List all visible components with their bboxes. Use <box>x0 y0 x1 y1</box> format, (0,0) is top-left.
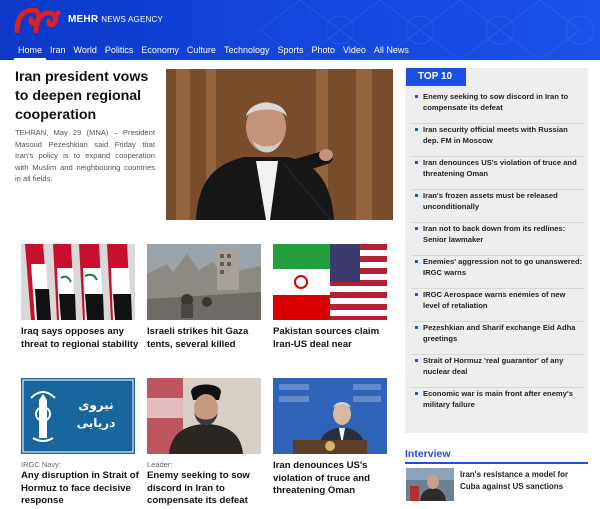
top10-item-2[interactable]: Iran security official meets with Russia… <box>412 124 584 157</box>
top10-item-9[interactable]: Strait of Hormuz 'real guarantor' of any… <box>412 355 584 388</box>
lead-headline[interactable]: Iran president vows to deepen regional c… <box>15 68 157 125</box>
card-image-6[interactable] <box>273 378 387 454</box>
nav-iran[interactable]: Iran <box>46 41 70 60</box>
card-title-3[interactable]: Pakistan sources claim Iran-US deal near <box>273 326 391 351</box>
gaza-ruins-photo <box>147 244 261 320</box>
main-nav: Home Iran World Politics Economy Culture… <box>14 37 413 60</box>
emblem-text: نیروی دریایی <box>76 398 116 430</box>
interview-title[interactable]: Iran's resistance a model for Cuba again… <box>460 469 588 492</box>
nav-technology[interactable]: Technology <box>220 41 274 60</box>
top10-item-5[interactable]: Iran not to back down from its redlines:… <box>412 223 584 256</box>
top10-item-1[interactable]: Enemy seeking to sow discord in Iran to … <box>412 91 584 124</box>
logo-text: MEHR NEWS AGENCY <box>68 13 164 25</box>
top10-label: TOP 10 <box>406 68 466 86</box>
site-header: MEHR NEWS AGENCY Home Iran World Politic… <box>0 0 600 60</box>
iraqi-flags-photo <box>21 244 135 320</box>
interview-image[interactable] <box>406 468 454 501</box>
leader-portrait-photo <box>147 378 261 454</box>
top10-item-8[interactable]: Pezeshkian and Sharif exchange Eid Adha … <box>412 322 584 355</box>
card-title-1[interactable]: Iraq says opposes any threat to regional… <box>21 326 139 351</box>
interview-heading[interactable]: Interview <box>405 448 451 460</box>
nav-politics[interactable]: Politics <box>101 41 138 60</box>
interview-photo <box>406 468 454 501</box>
lead-summary: TEHRAN, May 29 (MNA) – President Masoud … <box>15 128 155 183</box>
nav-all-news[interactable]: All News <box>370 41 413 60</box>
nav-culture[interactable]: Culture <box>183 41 220 60</box>
president-speaking-photo <box>166 69 393 220</box>
card-image-5[interactable] <box>147 378 261 454</box>
card-title-4[interactable]: Any disruption in Strait of Hormuz to fa… <box>21 470 139 508</box>
nav-photo[interactable]: Photo <box>308 41 340 60</box>
interview-divider <box>405 462 588 464</box>
top10-item-3[interactable]: Iran denounces US's violation of truce a… <box>412 157 584 190</box>
nav-sports[interactable]: Sports <box>273 41 307 60</box>
top10-item-6[interactable]: Enemies' aggression not to go unanswered… <box>412 256 584 289</box>
card-kicker-5: Leader: <box>147 460 173 469</box>
card-image-4[interactable]: نیروی دریایی <box>21 378 135 454</box>
nav-video[interactable]: Video <box>339 41 370 60</box>
nav-world[interactable]: World <box>70 41 101 60</box>
foreign-ministry-spokesman-photo <box>273 378 387 454</box>
card-title-2[interactable]: Israeli strikes hit Gaza tents, several … <box>147 326 265 351</box>
card-image-3[interactable] <box>273 244 387 320</box>
top10-item-10[interactable]: Economic war is main front after enemy's… <box>412 388 584 421</box>
lead-image[interactable] <box>166 69 393 220</box>
mehr-logo-icon <box>14 7 61 33</box>
card-image-1[interactable] <box>21 244 135 320</box>
nav-home[interactable]: Home <box>14 41 47 60</box>
iran-us-flags-photo <box>273 244 387 320</box>
card-title-5[interactable]: Enemy seeking to sow discord in Iran to … <box>147 470 265 508</box>
nav-economy[interactable]: Economy <box>137 41 183 60</box>
top10-item-7[interactable]: IRGC Aerospace warns enemies of new leve… <box>412 289 584 322</box>
card-title-6[interactable]: Iran denounces US's violation of truce a… <box>273 460 391 498</box>
mehr-logo[interactable]: MEHR NEWS AGENCY <box>14 5 163 33</box>
top10-item-4[interactable]: Iran's frozen assets must be released un… <box>412 190 584 223</box>
card-image-2[interactable] <box>147 244 261 320</box>
card-kicker-4: IRGC Navy: <box>21 460 62 469</box>
